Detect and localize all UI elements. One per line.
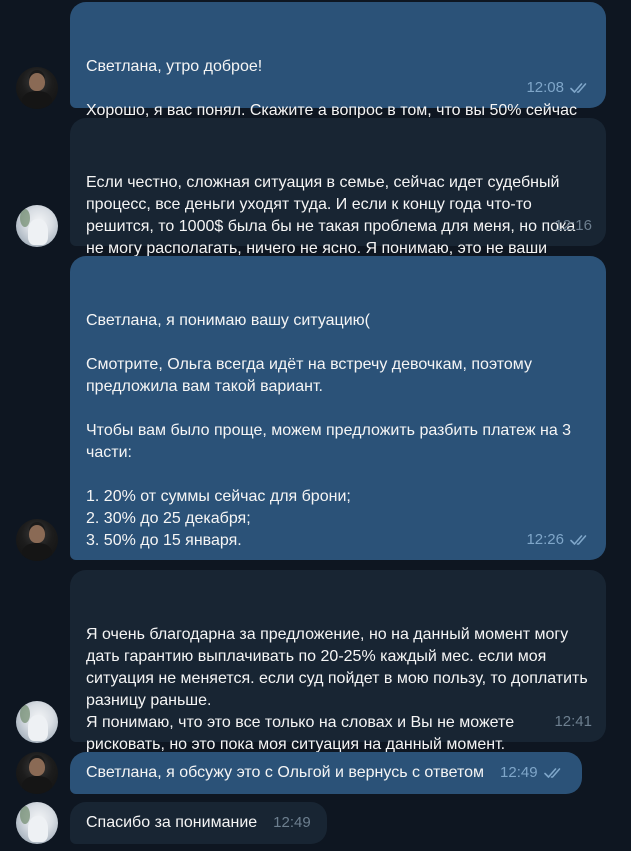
message-meta: 12:08 — [526, 77, 592, 99]
double-check-icon — [570, 535, 587, 545]
double-check-icon — [543, 768, 560, 778]
message-bubble-incoming[interactable]: Я очень благодарна за предложение, но на… — [70, 570, 606, 775]
message-time: 12:26 — [526, 531, 564, 548]
message-time: 12:49 — [500, 764, 538, 781]
message-text: Светлана, я обсужу это с Ольгой и вернус… — [86, 764, 485, 781]
message-time: 12:49 — [273, 814, 311, 831]
message-meta: 12:49 — [273, 812, 311, 834]
chat-history: Светлана, утро доброе! Хорошо, я вас пон… — [0, 0, 631, 851]
woman-avatar[interactable] — [16, 701, 58, 743]
message-bubble-incoming[interactable]: Если честно, сложная ситуация в семье, с… — [70, 118, 606, 279]
message-meta: 12:49 — [500, 762, 566, 784]
message-bubble-outgoing[interactable]: Светлана, я понимаю вашу ситуацию( Смотр… — [70, 256, 606, 593]
message-meta: 12:41 — [554, 711, 592, 733]
message-time: 12:41 — [554, 713, 592, 730]
message-bubble-incoming[interactable]: Спасибо за понимание 12:49 — [70, 802, 327, 844]
message-meta: 12:26 — [526, 529, 592, 551]
message-time: 12:16 — [554, 217, 592, 234]
woman-avatar[interactable] — [16, 205, 58, 247]
message-bubble-outgoing[interactable]: Светлана, я обсужу это с Ольгой и вернус… — [70, 752, 582, 794]
man-avatar[interactable] — [16, 519, 58, 561]
message-time: 12:08 — [526, 79, 564, 96]
message-meta: 12:16 — [554, 215, 592, 237]
man-avatar[interactable] — [16, 67, 58, 109]
message-bubble-outgoing[interactable]: Светлана, утро доброе! Хорошо, я вас пон… — [70, 2, 606, 141]
woman-avatar[interactable] — [16, 802, 58, 844]
double-check-icon — [570, 83, 587, 93]
man-avatar[interactable] — [16, 752, 58, 794]
message-text: Светлана, я понимаю вашу ситуацию( Смотр… — [86, 312, 572, 593]
message-text: Спасибо за понимание — [86, 814, 258, 831]
